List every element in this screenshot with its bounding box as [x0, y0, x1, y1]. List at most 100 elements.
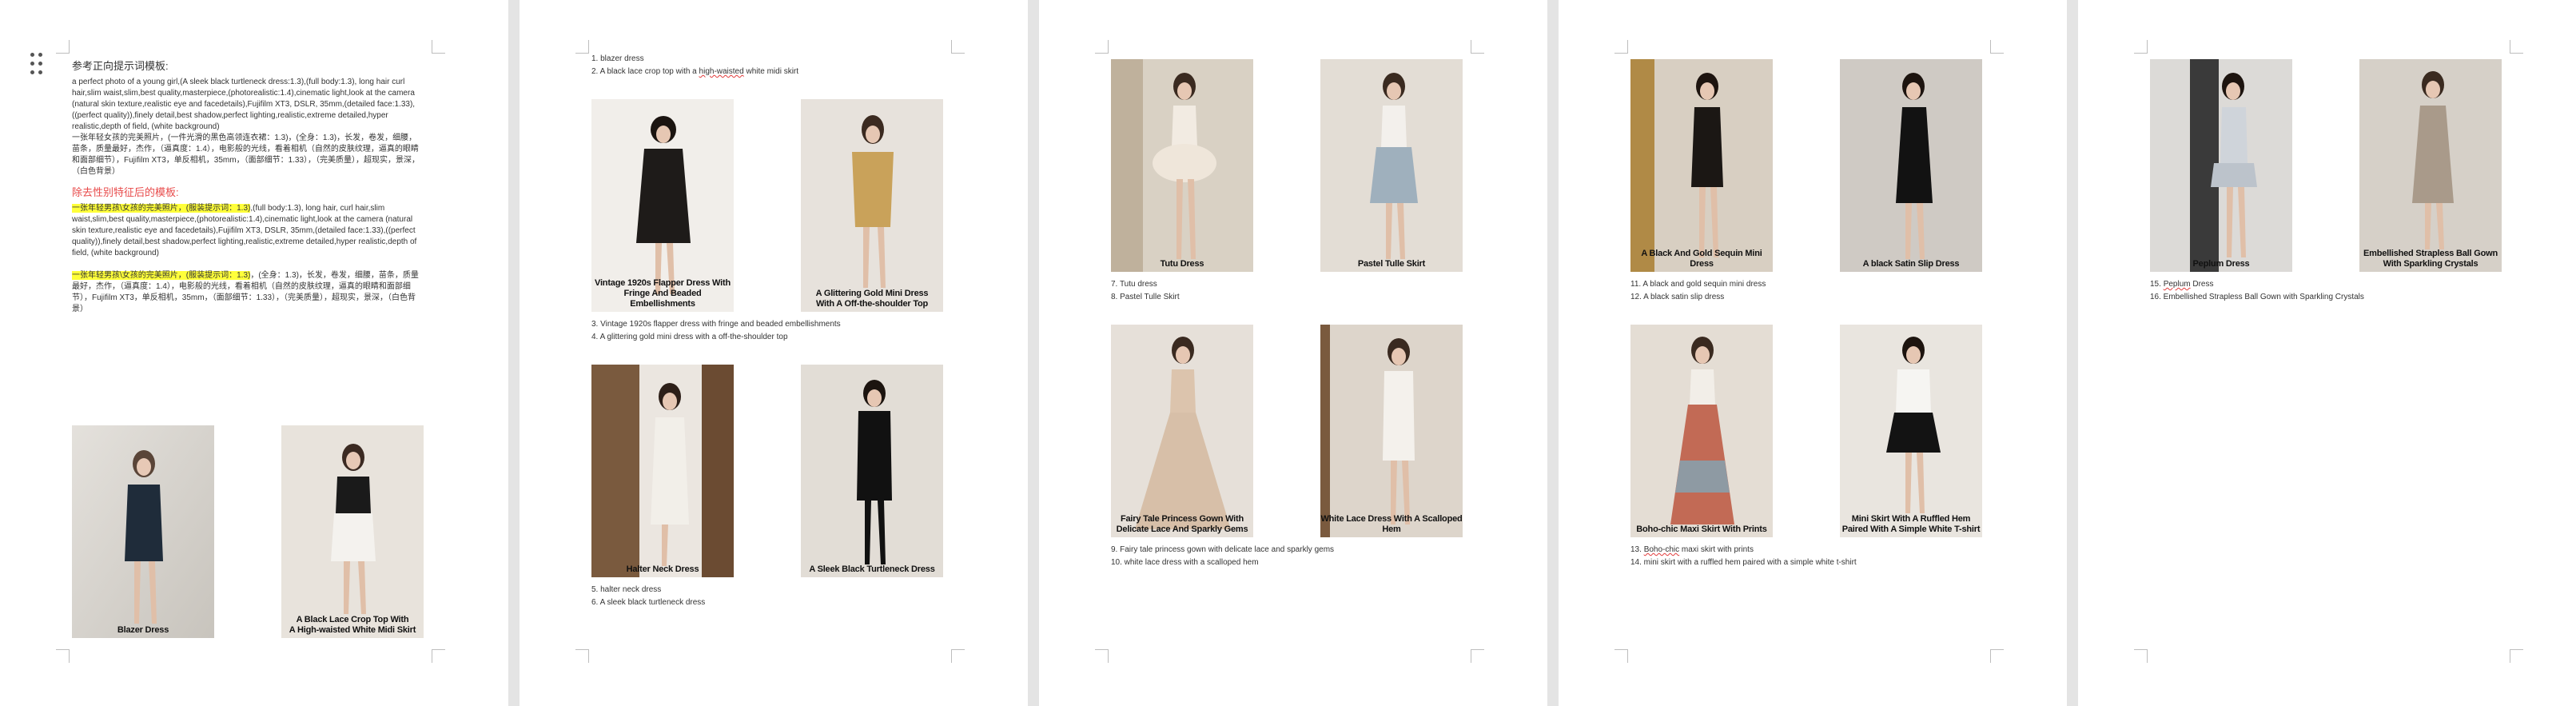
- numbered-list[interactable]: 5. halter neck dress 6. A sleek black tu…: [591, 584, 705, 609]
- list-item: 2. A black lace crop top with a high-wai…: [591, 67, 799, 76]
- list-item: 6. A sleek black turtleneck dress: [591, 598, 706, 607]
- margin-mark: [951, 649, 965, 663]
- fashion-photo: [1630, 59, 1773, 272]
- list-item: 4. A glittering gold mini dress with a o…: [591, 333, 788, 341]
- template-chinese: 一张年轻男孩\女孩的完美照片，(服装提示词：1.3)，(全身：1.3)，长发，卷…: [72, 270, 424, 315]
- margin-mark: [1471, 40, 1484, 54]
- list-item: 8. Pastel Tulle Skirt: [1111, 293, 1180, 301]
- margin-mark: [1990, 40, 2004, 54]
- figure-image[interactable]: A Sleek Black Turtleneck Dress: [801, 365, 943, 577]
- margin-mark: [2510, 649, 2523, 663]
- figure-image[interactable]: Tutu Dress: [1111, 59, 1253, 272]
- margin-mark: [2134, 649, 2148, 663]
- highlighted-text: 一张年轻男孩\女孩的完美照片，(服装提示词：1.3): [72, 271, 251, 280]
- figure-image[interactable]: White Lace Dress With A Scalloped Hem: [1320, 325, 1463, 537]
- document-page-2: 1. blazer dress 2. A black lace crop top…: [520, 0, 1028, 706]
- numbered-list[interactable]: 3. Vintage 1920s flapper dress with frin…: [591, 318, 841, 344]
- fashion-photo: [1320, 325, 1463, 537]
- list-item: 10. white lace dress with a scalloped he…: [1111, 558, 1259, 567]
- list-item: 11. A black and gold sequin mini dress: [1630, 280, 1766, 289]
- image-row: Vintage 1920s Flapper Dress With Fringe …: [591, 99, 943, 312]
- list-item: 7. Tutu dress: [1111, 280, 1157, 289]
- highlighted-text: 一张年轻男孩\女孩的完美照片，(服装提示词：1.3): [72, 204, 251, 213]
- figure-caption: Embellished Strapless Ball Gown With Spa…: [2363, 249, 2498, 269]
- figure-caption: Vintage 1920s Flapper Dress With Fringe …: [595, 278, 731, 309]
- figure-caption: Mini Skirt With A Ruffled Hem Paired Wit…: [1841, 514, 1981, 534]
- numbered-list[interactable]: 11. A black and gold sequin mini dress 1…: [1630, 278, 1766, 304]
- fashion-photo: [801, 365, 943, 577]
- document-page-4: A Black And Gold Sequin Mini Dress A bla…: [1559, 0, 2067, 706]
- image-row: A Black And Gold Sequin Mini Dress A bla…: [1630, 59, 1982, 272]
- figure-image[interactable]: Embellished Strapless Ball Gown With Spa…: [2359, 59, 2502, 272]
- document-page-5: Peplum Dress Embellished Strapless Ball …: [2078, 0, 2576, 706]
- figure-image[interactable]: Peplum Dress: [2150, 59, 2292, 272]
- figure-caption: Pastel Tulle Skirt: [1357, 259, 1426, 269]
- figure-caption: Halter Neck Dress: [626, 564, 699, 574]
- figure-image[interactable]: Mini Skirt With A Ruffled Hem Paired Wit…: [1840, 325, 1982, 537]
- figure-image[interactable]: Halter Neck Dress: [591, 365, 734, 577]
- numbered-list[interactable]: 13. Boho-chic maxi skirt with prints 14.…: [1630, 544, 1857, 569]
- numbered-list[interactable]: 9. Fairy tale princess gown with delicat…: [1111, 544, 1334, 569]
- template-english: 一张年轻男孩\女孩的完美照片，(服装提示词：1.3),(full body:1.…: [72, 203, 424, 259]
- figure-image[interactable]: Pastel Tulle Skirt: [1320, 59, 1463, 272]
- figure-image[interactable]: A Glittering Gold Mini Dress With A Off-…: [801, 99, 943, 312]
- figure-caption: A Black Lace Crop Top With A High-waiste…: [289, 615, 416, 635]
- figure-caption: Peplum Dress: [2192, 259, 2250, 269]
- numbered-list[interactable]: 15. Peplum Dress 16. Embellished Straple…: [2150, 278, 2364, 304]
- figure-image[interactable]: Fairy Tale Princess Gown With Delicate L…: [1111, 325, 1253, 537]
- margin-mark: [951, 40, 965, 54]
- margin-mark: [56, 40, 70, 54]
- numbered-list[interactable]: 1. blazer dress 2. A black lace crop top…: [591, 53, 798, 78]
- margin-mark: [1614, 649, 1628, 663]
- fashion-photo: [1111, 59, 1253, 272]
- figure-caption: Blazer Dress: [117, 625, 169, 635]
- image-row: Halter Neck Dress A Sleek Black Turtlene…: [591, 365, 943, 577]
- list-item: 13. Boho-chic maxi skirt with prints: [1630, 545, 1754, 554]
- margin-mark: [1471, 649, 1484, 663]
- list-item: 12. A black satin slip dress: [1630, 293, 1725, 301]
- prompt-chinese: 一张年轻女孩的完美照片，(一件光滑的黑色高领连衣裙：1.3)，(全身：1.3)，…: [72, 134, 420, 176]
- figure-caption: A black Satin Slip Dress: [1862, 259, 1960, 269]
- numbered-list[interactable]: 7. Tutu dress 8. Pastel Tulle Skirt: [1111, 278, 1180, 304]
- image-row: Peplum Dress Embellished Strapless Ball …: [2150, 59, 2502, 272]
- margin-mark: [2134, 40, 2148, 54]
- list-item: 9. Fairy tale princess gown with delicat…: [1111, 545, 1335, 554]
- margin-mark: [2510, 40, 2523, 54]
- figure-image[interactable]: A Black Lace Crop Top With A High-waiste…: [281, 425, 424, 638]
- figure-caption: Fairy Tale Princess Gown With Delicate L…: [1116, 514, 1248, 534]
- margin-mark: [575, 649, 589, 663]
- figure-caption: A Sleek Black Turtleneck Dress: [809, 564, 935, 574]
- section-heading: 参考正向提示词模板:: [72, 60, 169, 72]
- figure-image[interactable]: Vintage 1920s Flapper Dress With Fringe …: [591, 99, 734, 312]
- list-item: 15. Peplum Dress: [2150, 280, 2214, 289]
- figure-caption: A Black And Gold Sequin Mini Dress: [1641, 249, 1762, 269]
- figure-caption: Boho-chic Maxi Skirt With Prints: [1636, 525, 1767, 534]
- fashion-photo: [591, 365, 734, 577]
- margin-mark: [1095, 40, 1109, 54]
- margin-mark: [432, 40, 445, 54]
- margin-mark: [1095, 649, 1109, 663]
- prompt-english: a perfect photo of a young girl,(A sleek…: [72, 78, 416, 131]
- list-item: 14. mini skirt with a ruffled hem paired…: [1630, 558, 1857, 567]
- fashion-photo: [281, 425, 424, 638]
- figure-image[interactable]: A Black And Gold Sequin Mini Dress: [1630, 59, 1773, 272]
- figure-image[interactable]: A black Satin Slip Dress: [1840, 59, 1982, 272]
- figure-caption: Tutu Dress: [1160, 259, 1204, 269]
- image-row: Tutu Dress Pastel Tulle Skirt: [1111, 59, 1463, 272]
- figure-image[interactable]: Blazer Dress: [72, 425, 214, 638]
- document-page-1: 参考正向提示词模板: a perfect photo of a young gi…: [0, 0, 508, 706]
- margin-mark: [1990, 649, 2004, 663]
- fashion-photo: [1840, 325, 1982, 537]
- figure-caption: A Glittering Gold Mini Dress With A Off-…: [815, 289, 929, 309]
- fashion-photo: [1320, 59, 1463, 272]
- drag-handle-icon[interactable]: [30, 53, 46, 77]
- margin-mark: [432, 649, 445, 663]
- list-item: 1. blazer dress: [591, 54, 644, 63]
- image-row: Fairy Tale Princess Gown With Delicate L…: [1111, 325, 1463, 537]
- fashion-photo: [2150, 59, 2292, 272]
- margin-mark: [575, 40, 589, 54]
- fashion-photo: [1840, 59, 1982, 272]
- prompt-text-block[interactable]: 参考正向提示词模板: a perfect photo of a young gi…: [72, 59, 424, 315]
- figure-image[interactable]: Boho-chic Maxi Skirt With Prints: [1630, 325, 1773, 537]
- margin-mark: [56, 649, 70, 663]
